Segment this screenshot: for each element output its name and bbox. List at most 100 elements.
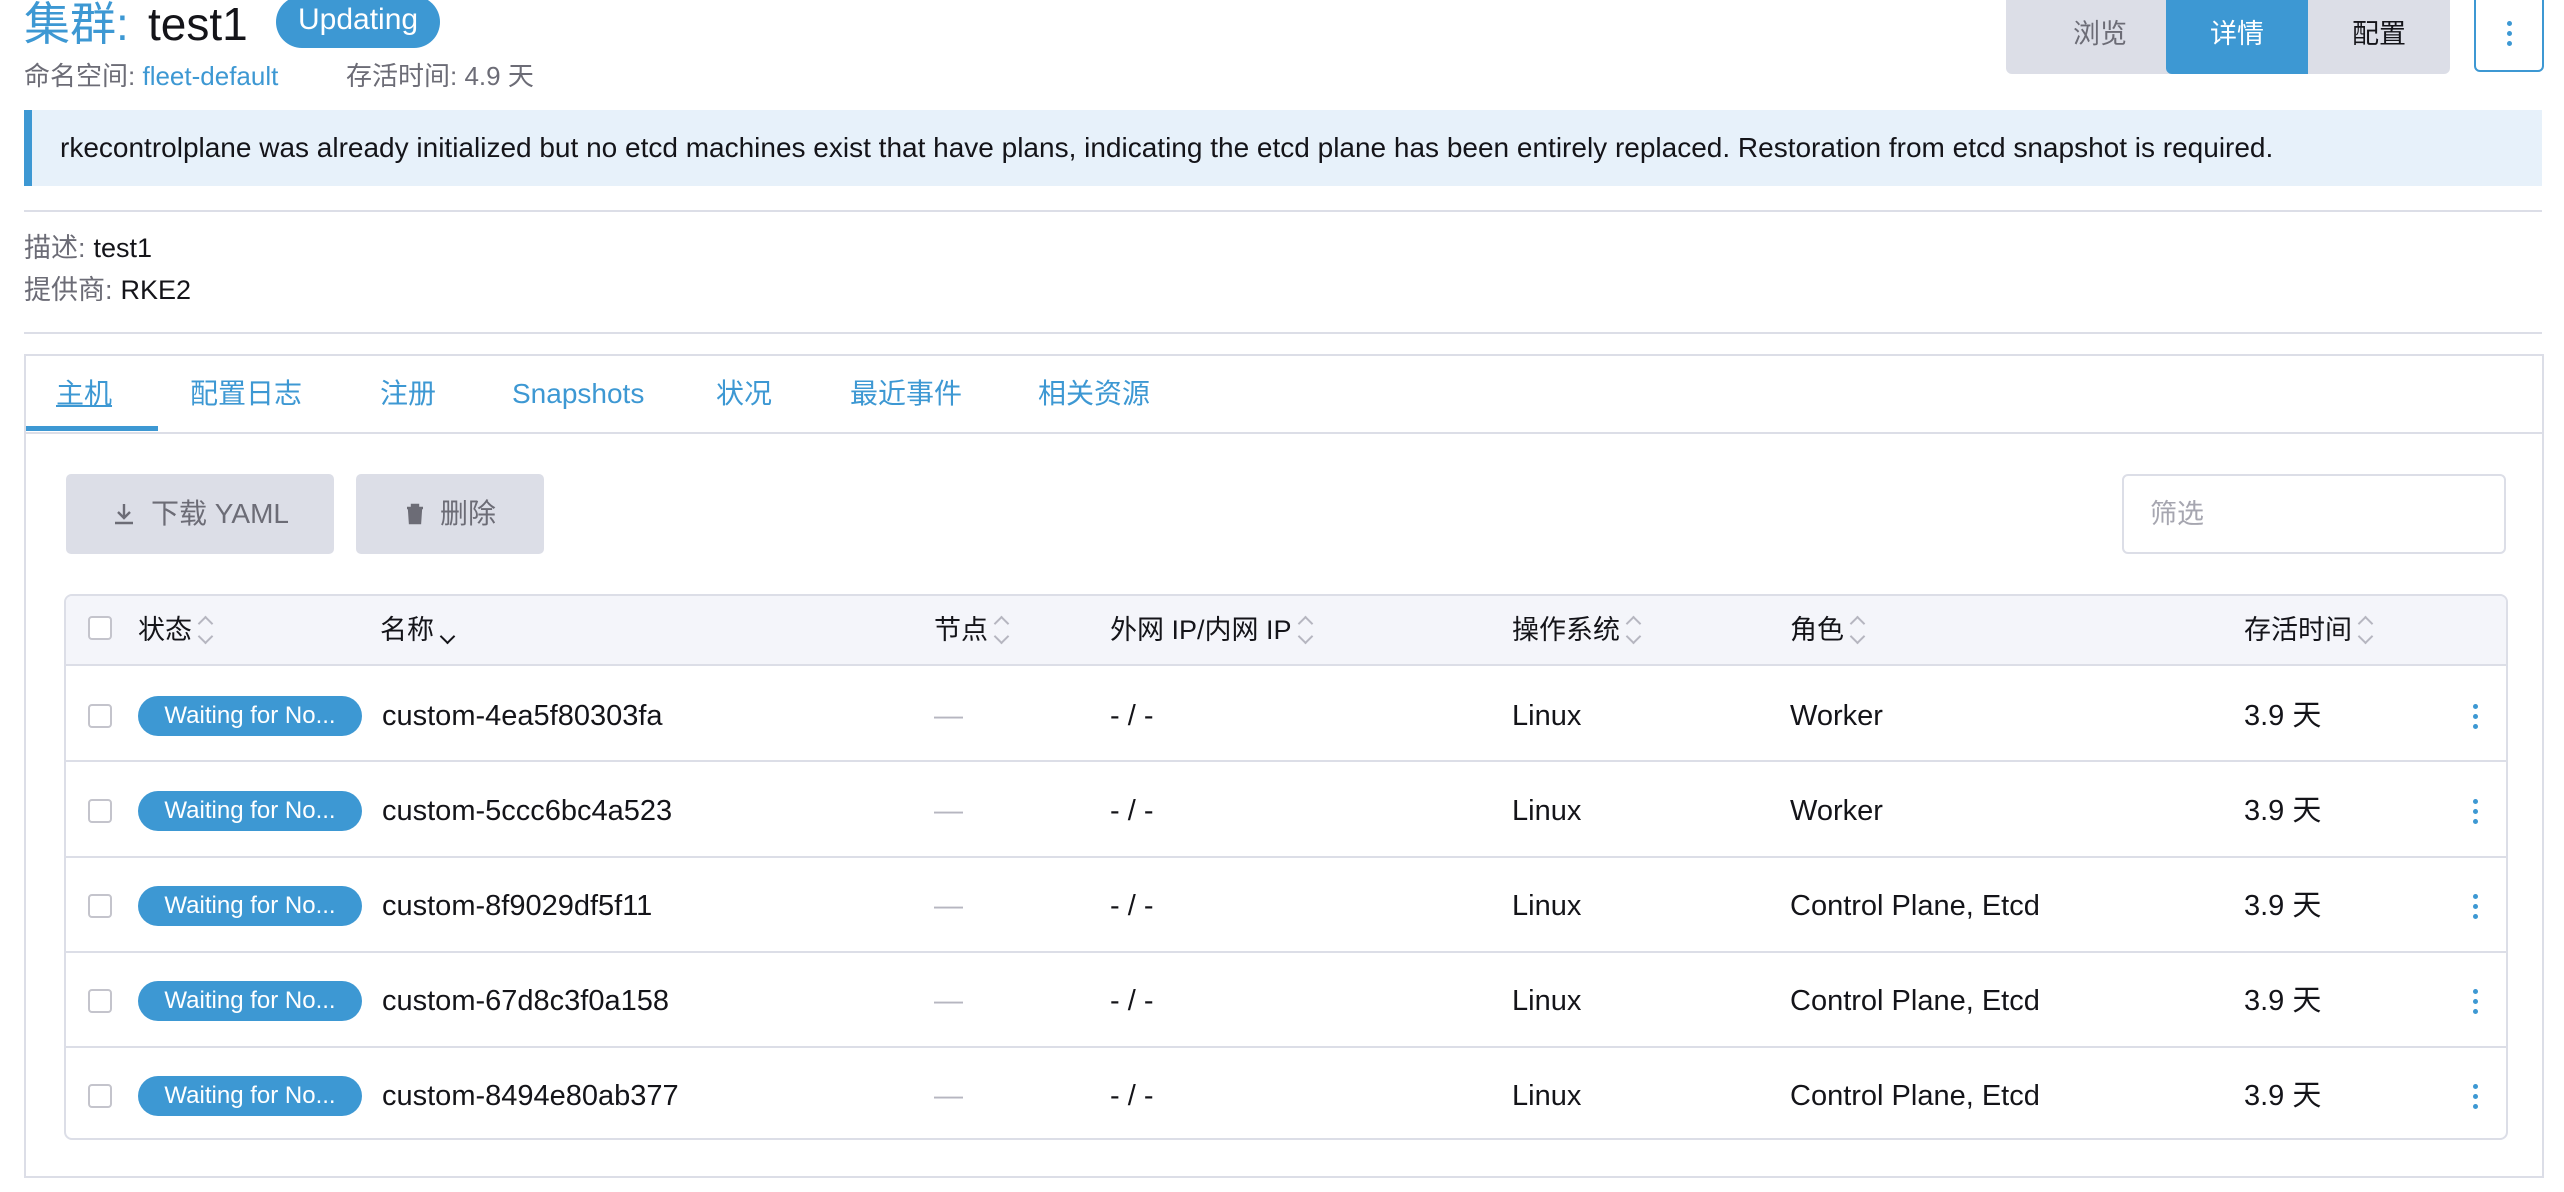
tab-related-resources[interactable]: 相关资源: [1038, 356, 1150, 432]
column-header-name[interactable]: 名称: [380, 596, 456, 664]
ip-value: - / -: [1110, 985, 1154, 1017]
row-checkbox[interactable]: [88, 799, 112, 823]
os-value: Linux: [1512, 1080, 1582, 1112]
node-value: —: [934, 1080, 963, 1112]
role-value: Control Plane, Etcd: [1790, 890, 2040, 922]
column-header-state[interactable]: 状态: [138, 596, 214, 664]
age-value: 3.9 天: [2244, 795, 2322, 827]
sort-icon: [2357, 615, 2374, 645]
download-yaml-button[interactable]: 下载 YAML: [66, 474, 334, 554]
column-label: 存活时间: [2244, 615, 2352, 645]
machine-status-badge: Waiting for No...: [138, 886, 362, 926]
ip-value: - / -: [1110, 890, 1154, 922]
row-checkbox[interactable]: [88, 704, 112, 728]
row-actions-button[interactable]: [2460, 791, 2490, 831]
node-value: —: [934, 700, 963, 732]
age-value: 3.9 天: [2244, 700, 2322, 732]
namespace-label: 命名空间:: [24, 61, 136, 91]
column-header-ip[interactable]: 外网 IP/内网 IP: [1110, 596, 1313, 664]
column-label: 外网 IP/内网 IP: [1110, 615, 1292, 645]
tab-recent-events[interactable]: 最近事件: [850, 356, 962, 432]
column-header-node[interactable]: 节点: [934, 596, 1010, 664]
vertical-dots-icon: [2460, 886, 2490, 926]
row-checkbox[interactable]: [88, 989, 112, 1013]
machine-status-badge: Waiting for No...: [138, 981, 362, 1021]
ip-value: - / -: [1110, 795, 1154, 827]
machines-table: [64, 594, 2508, 1140]
os-value: Linux: [1512, 795, 1582, 827]
vertical-dots-icon: [2460, 696, 2490, 736]
divider: [24, 210, 2542, 212]
row-actions-button[interactable]: [2460, 981, 2490, 1021]
age-value: 3.9 天: [2244, 1080, 2322, 1112]
column-label: 操作系统: [1512, 615, 1620, 645]
vertical-dots-icon: [2476, 0, 2542, 70]
tab-snapshots[interactable]: Snapshots: [512, 356, 644, 432]
download-icon: [115, 504, 134, 525]
namespace-info: 命名空间: fleet-default: [24, 58, 278, 94]
machine-status-badge: Waiting for No...: [138, 791, 362, 831]
tab-machines[interactable]: 主机: [56, 356, 112, 432]
machine-name-link[interactable]: custom-67d8c3f0a158: [382, 981, 669, 1021]
os-value: Linux: [1512, 890, 1582, 922]
page-title-prefix: 集群:: [24, 0, 129, 50]
row-checkbox[interactable]: [88, 1084, 112, 1108]
age-value: 3.9 天: [2244, 985, 2322, 1017]
delete-button[interactable]: 删除: [356, 474, 544, 554]
column-header-os[interactable]: 操作系统: [1512, 596, 1642, 664]
provider-value: RKE2: [120, 275, 192, 305]
vertical-dots-icon: [2460, 791, 2490, 831]
column-header-age[interactable]: 存活时间: [2244, 596, 2374, 664]
divider: [24, 332, 2542, 334]
vertical-dots-icon: [2460, 1076, 2490, 1116]
active-tab-indicator: [26, 426, 158, 431]
age-value: 4.9 天: [464, 61, 534, 91]
role-value: Worker: [1790, 700, 1883, 732]
description-label: 描述:: [24, 233, 86, 263]
os-value: Linux: [1512, 700, 1582, 732]
sort-icon: [993, 615, 1010, 645]
trash-icon: [406, 503, 423, 525]
ip-value: - / -: [1110, 700, 1154, 732]
machine-name-link[interactable]: custom-4ea5f80303fa: [382, 696, 663, 736]
detail-button[interactable]: 详情: [2166, 0, 2308, 74]
filter-input[interactable]: [2122, 474, 2506, 554]
role-value: Worker: [1790, 795, 1883, 827]
download-yaml-label: 下载 YAML: [151, 498, 289, 529]
row-divider: [66, 951, 2506, 953]
config-button[interactable]: 配置: [2308, 0, 2450, 74]
tab-conditions[interactable]: 状况: [716, 356, 772, 432]
ip-value: - / -: [1110, 1080, 1154, 1112]
row-checkbox[interactable]: [88, 894, 112, 918]
description-value: test1: [93, 233, 153, 263]
row-actions-button[interactable]: [2460, 696, 2490, 736]
row-divider: [66, 856, 2506, 858]
machine-name-link[interactable]: custom-8494e80ab377: [382, 1076, 679, 1116]
tab-provisioning-log[interactable]: 配置日志: [190, 356, 302, 432]
row-actions-button[interactable]: [2460, 1076, 2490, 1116]
more-actions-button[interactable]: [2474, 0, 2544, 72]
sort-icon: [197, 615, 214, 645]
namespace-link[interactable]: fleet-default: [142, 61, 278, 91]
node-value: —: [934, 795, 963, 827]
status-badge: Updating: [276, 0, 441, 48]
node-value: —: [934, 985, 963, 1017]
column-label: 名称: [380, 615, 434, 645]
select-all-checkbox[interactable]: [88, 616, 112, 640]
age-value: 3.9 天: [2244, 890, 2322, 922]
age-info: 存活时间: 4.9 天: [346, 58, 534, 94]
os-value: Linux: [1512, 985, 1582, 1017]
description-row: 描述: test1: [24, 228, 152, 268]
sort-icon: [1625, 615, 1642, 645]
sort-icon: [1849, 615, 1866, 645]
delete-label: 删除: [439, 498, 496, 529]
tab-registration[interactable]: 注册: [380, 356, 436, 432]
machine-name-link[interactable]: custom-8f9029df5f11: [382, 886, 652, 926]
column-label: 角色: [1790, 615, 1844, 645]
role-value: Control Plane, Etcd: [1790, 985, 2040, 1017]
column-header-role[interactable]: 角色: [1790, 596, 1866, 664]
machine-name-link[interactable]: custom-5ccc6bc4a523: [382, 791, 672, 831]
machine-status-badge: Waiting for No...: [138, 1076, 362, 1116]
row-actions-button[interactable]: [2460, 886, 2490, 926]
age-label: 存活时间:: [346, 61, 458, 91]
